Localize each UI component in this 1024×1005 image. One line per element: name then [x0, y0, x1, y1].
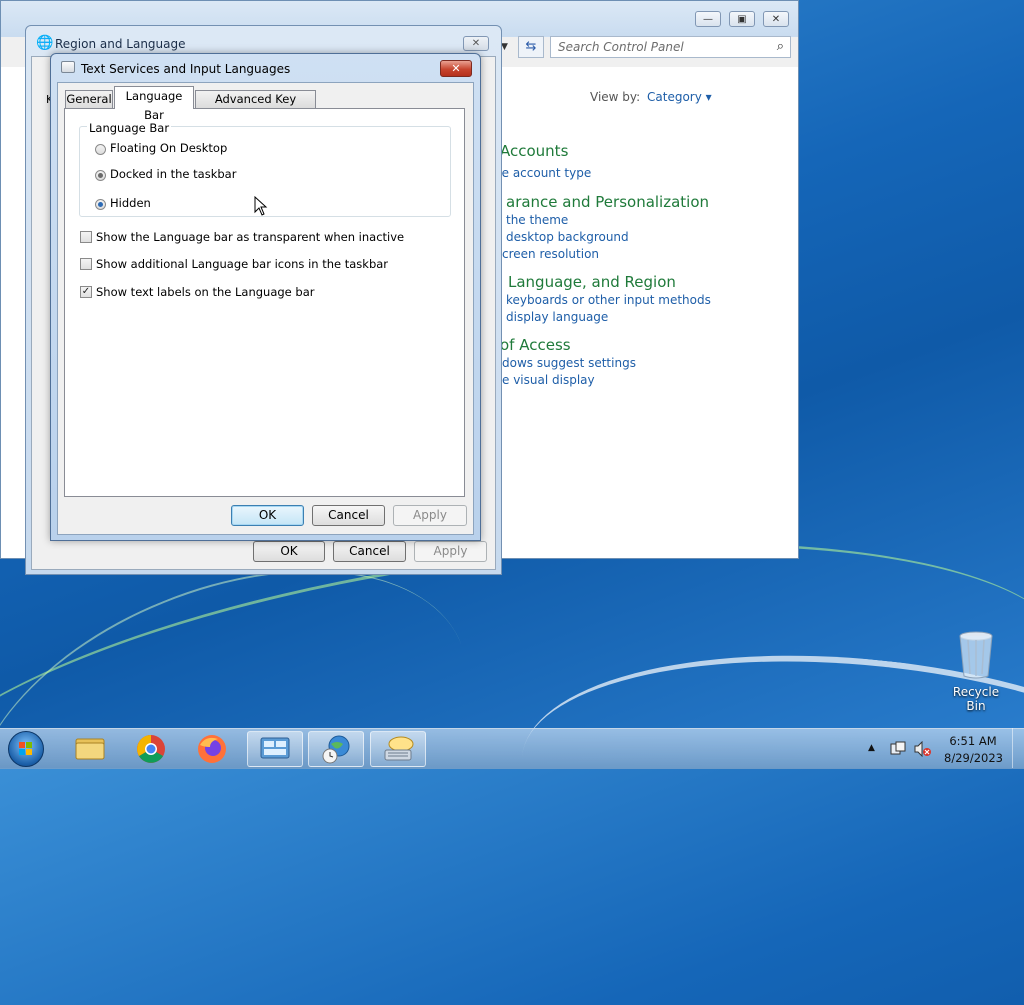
mouse-cursor-icon	[254, 196, 268, 216]
view-by-dropdown[interactable]: Category ▾	[647, 90, 712, 104]
tab-language-bar[interactable]: Language Bar	[114, 86, 194, 122]
taskbar-chrome[interactable]	[123, 731, 179, 767]
folder-icon	[75, 738, 105, 760]
action-center-icon[interactable]	[890, 741, 906, 757]
language-bar-panel: Language Bar Floating On Desktop Docked …	[64, 108, 465, 497]
category-link[interactable]: the theme	[506, 213, 568, 227]
text-services-title: Text Services and Input Languages	[81, 62, 291, 76]
control-panel-icon	[260, 737, 290, 759]
show-desktop-button[interactable]	[1012, 728, 1024, 768]
view-by-value: Category	[647, 90, 702, 104]
taskbar-control-panel[interactable]	[247, 731, 303, 767]
keyboard-speech-icon	[384, 736, 414, 761]
region-dialog-close-button[interactable]: ✕	[463, 36, 489, 51]
radio-docked-in-taskbar[interactable]	[95, 170, 106, 181]
maximize-button[interactable]: ▣	[729, 11, 755, 27]
checkbox-additional-icons[interactable]	[80, 258, 92, 270]
refresh-icon[interactable]: ⇆	[518, 36, 544, 58]
region-ok-button[interactable]: OK	[253, 541, 325, 562]
minimize-button[interactable]: —	[695, 11, 721, 27]
show-hidden-icons-icon[interactable]: ▲	[868, 743, 875, 753]
checkbox-show-text-labels[interactable]: ✓	[80, 286, 92, 298]
taskbar-text-services[interactable]	[370, 731, 426, 767]
search-icon[interactable]: ⌕	[777, 39, 784, 54]
text-services-dialog: Text Services and Input Languages ✕ Gene…	[50, 53, 481, 541]
category-heading-ease-of-access[interactable]: of Access	[500, 336, 571, 354]
recycle-bin[interactable]: Recycle Bin	[944, 630, 1008, 713]
chrome-icon	[137, 735, 165, 763]
text-services-apply-button[interactable]: Apply	[393, 505, 467, 526]
radio-floating-on-desktop[interactable]	[95, 144, 106, 155]
taskbar-file-explorer[interactable]	[62, 731, 118, 767]
radio-hidden[interactable]	[95, 199, 106, 210]
text-services-close-button[interactable]: ✕	[440, 60, 472, 77]
category-link[interactable]: dows suggest settings	[502, 356, 636, 370]
firefox-icon	[198, 735, 226, 763]
close-button[interactable]: ✕	[763, 11, 789, 27]
address-dropdown-icon[interactable]: ▼	[501, 36, 517, 58]
region-dialog-title: Region and Language	[55, 37, 186, 51]
checkbox-label-text-labels[interactable]: Show text labels on the Language bar	[96, 285, 315, 299]
radio-label-docked[interactable]: Docked in the taskbar	[110, 167, 236, 181]
taskbar-firefox[interactable]	[184, 731, 240, 767]
recycle-bin-icon	[959, 631, 993, 679]
tab-general[interactable]: General	[65, 90, 113, 108]
globe-clock-icon	[322, 735, 350, 764]
radio-label-hidden[interactable]: Hidden	[110, 196, 151, 210]
text-services-ok-button[interactable]: OK	[231, 505, 304, 526]
category-heading-accounts[interactable]: Accounts	[500, 142, 568, 160]
tab-advanced-key-settings[interactable]: Advanced Key Settings	[195, 90, 316, 123]
clock-time[interactable]: 6:51 AM	[944, 734, 1002, 748]
category-link[interactable]: creen resolution	[502, 247, 599, 261]
keyboard-icon	[61, 61, 75, 73]
taskbar: ▲ 6:51 AM 8/29/2023	[0, 728, 1024, 769]
volume-muted-icon[interactable]	[914, 741, 932, 757]
checkbox-label-additional-icons[interactable]: Show additional Language bar icons in th…	[96, 257, 388, 271]
taskbar-region-language[interactable]	[308, 731, 364, 767]
category-link[interactable]: ge account type	[494, 166, 591, 180]
view-by-label: View by:	[590, 90, 641, 104]
recycle-bin-label: Recycle Bin	[952, 685, 1000, 713]
category-link[interactable]: display language	[506, 310, 608, 324]
search-input[interactable]: Search Control Panel ⌕	[550, 36, 791, 58]
start-button[interactable]	[8, 731, 44, 767]
checkbox-transparent-when-inactive[interactable]	[80, 231, 92, 243]
windows-logo-icon	[19, 742, 32, 755]
clock-date[interactable]: 8/29/2023	[944, 751, 1003, 765]
globe-icon: 🌐	[36, 35, 54, 51]
region-cancel-button[interactable]: Cancel	[333, 541, 406, 562]
radio-label-floating[interactable]: Floating On Desktop	[110, 141, 227, 155]
text-services-cancel-button[interactable]: Cancel	[312, 505, 385, 526]
region-apply-button[interactable]: Apply	[414, 541, 487, 562]
category-heading-appearance[interactable]: arance and Personalization	[506, 193, 709, 211]
checkbox-label-transparent[interactable]: Show the Language bar as transparent whe…	[96, 230, 404, 244]
category-heading-region[interactable]: Language, and Region	[508, 273, 676, 291]
search-placeholder: Search Control Panel	[558, 40, 684, 54]
category-link[interactable]: desktop background	[506, 230, 629, 244]
category-link[interactable]: keyboards or other input methods	[506, 293, 711, 307]
category-link[interactable]: e visual display	[502, 373, 595, 387]
